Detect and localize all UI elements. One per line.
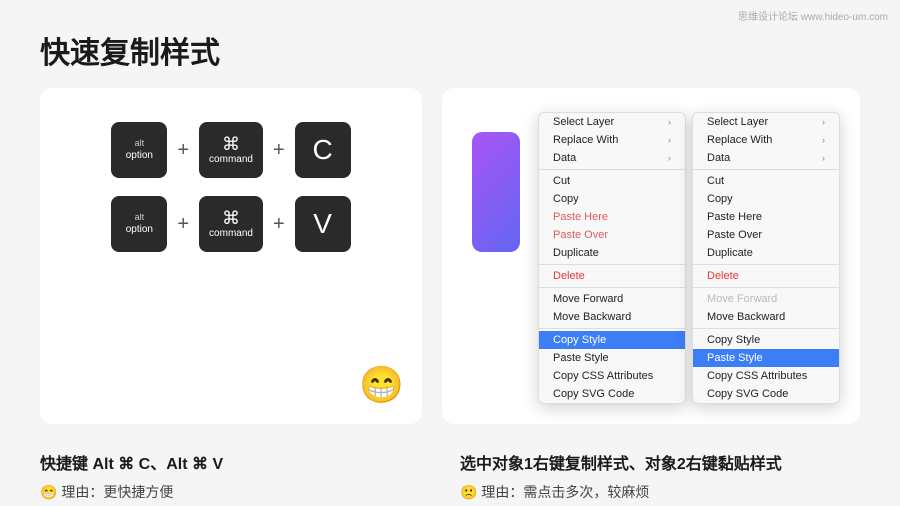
left-card: alt option + ⌘ command + C alt option + bbox=[40, 88, 422, 424]
left-emoji: 😁 bbox=[359, 364, 404, 406]
plus-1: + bbox=[177, 139, 189, 162]
command-key-2: ⌘ command bbox=[199, 196, 263, 252]
context-menu-1: Select Layer› Replace With› Data› Cut Co… bbox=[538, 112, 686, 404]
plus-3: + bbox=[177, 213, 189, 236]
command-key-1: ⌘ command bbox=[199, 122, 263, 178]
left-desc-title: 快捷键 Alt ⌘ C、Alt ⌘ V bbox=[40, 450, 440, 474]
plus-4: + bbox=[273, 213, 285, 236]
right-desc-reason: 🙁 理由：需点击多次，较麻烦 bbox=[460, 482, 860, 502]
plus-2: + bbox=[273, 139, 285, 162]
left-desc-reason: 😁 理由：更快捷方便 bbox=[40, 482, 440, 502]
context-menu-2: Select Layer› Replace With› Data› Cut Co… bbox=[692, 112, 840, 404]
key-row-paste: alt option + ⌘ command + V bbox=[111, 196, 350, 252]
right-card: Select Layer› Replace With› Data› Cut Co… bbox=[442, 88, 860, 424]
option-key-1: alt option bbox=[111, 122, 167, 178]
purple-object bbox=[472, 132, 520, 252]
watermark: 思维设计论坛 www.hideo-um.com bbox=[738, 8, 888, 23]
key-row-copy: alt option + ⌘ command + C bbox=[111, 122, 350, 178]
option-key-2: alt option bbox=[111, 196, 167, 252]
right-desc-title: 选中对象1右键复制样式、对象2右键黏贴样式 bbox=[460, 450, 860, 474]
c-key: C bbox=[295, 122, 351, 178]
v-key: V bbox=[295, 196, 351, 252]
